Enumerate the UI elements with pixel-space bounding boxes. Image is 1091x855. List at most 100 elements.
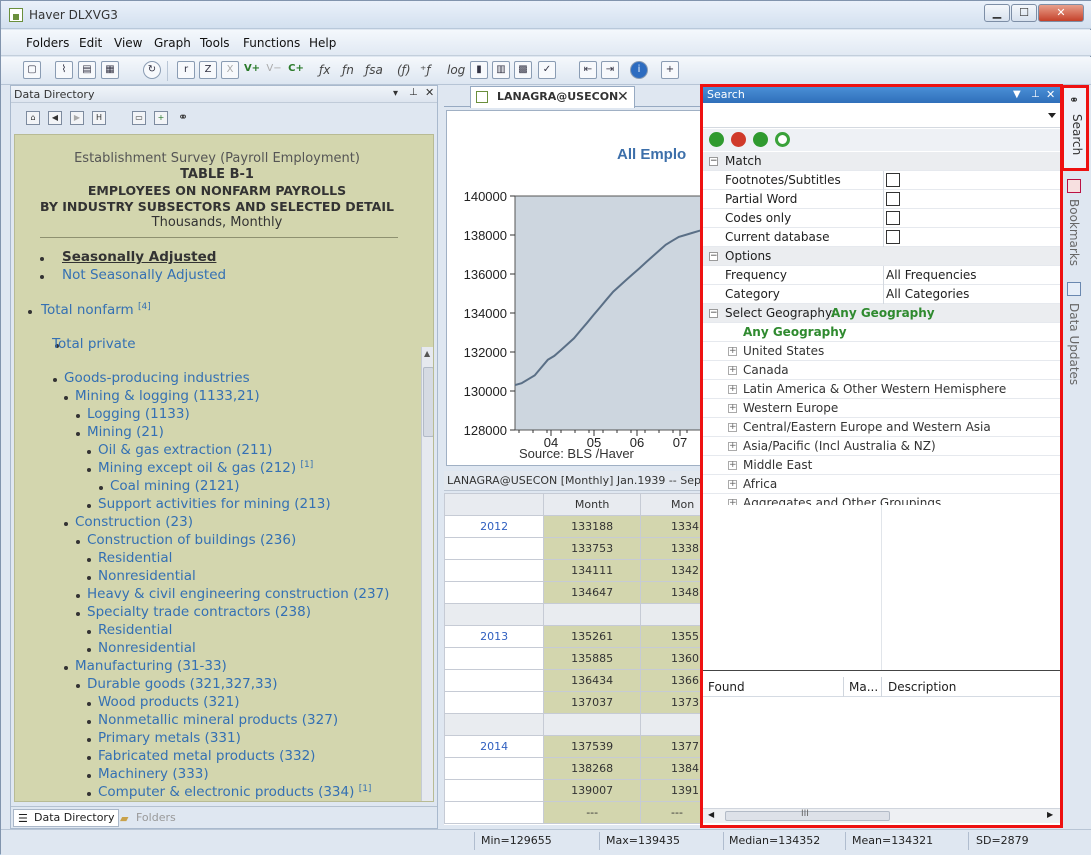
fn-icon[interactable]: ƒn [342, 63, 354, 77]
bar-chart-icon[interactable]: ▮ [470, 61, 488, 79]
seasonally-adjusted-link[interactable]: Seasonally Adjusted [62, 249, 216, 265]
v-plus-icon[interactable]: V+ [243, 61, 261, 79]
tree-item[interactable]: Nonmetallic mineral products (327) [98, 712, 338, 728]
tree-item[interactable]: Mining (21) [87, 424, 164, 440]
geo-any-row[interactable]: Any Geography [703, 323, 1060, 342]
partial-word-checkbox[interactable] [886, 192, 900, 206]
tree-item[interactable]: Total nonfarm [4] [41, 302, 151, 318]
column-found[interactable]: Found [708, 677, 745, 697]
forward-arrow-icon[interactable]: ▶ [70, 111, 84, 125]
scroll-right-icon[interactable]: ▶ [1047, 810, 1053, 819]
add-folder-icon[interactable]: + [661, 61, 679, 79]
bookmark-icon[interactable] [1067, 179, 1081, 193]
geography-group[interactable]: − Select Geography: Any Geography [703, 304, 1060, 323]
value-cell[interactable]: 135885 [543, 647, 642, 670]
tree-item[interactable]: Goods-producing industries [64, 370, 250, 386]
geo-region-row[interactable]: + United States [703, 342, 1060, 361]
panel-menu-icon[interactable]: ▾ [393, 88, 398, 99]
tree-item[interactable]: Residential [98, 622, 172, 638]
checklist-icon[interactable]: ✓ [538, 61, 556, 79]
refresh-icon[interactable] [775, 132, 790, 147]
collapse-icon[interactable]: − [709, 309, 718, 318]
search-input[interactable] [703, 104, 1060, 128]
tree-item[interactable]: Specialty trade contractors (238) [87, 604, 311, 620]
play-icon[interactable] [709, 132, 724, 147]
value-cell[interactable]: 133753 [543, 537, 642, 560]
geo-region-row[interactable]: + Middle East [703, 456, 1060, 475]
scroll-thumb[interactable] [423, 367, 433, 437]
geo-region-row[interactable]: + Asia/Pacific (Incl Australia & NZ) [703, 437, 1060, 456]
frequency-value[interactable]: All Frequencies [886, 266, 977, 285]
log-icon[interactable]: log [447, 63, 465, 77]
value-cell[interactable]: 1384 [640, 757, 701, 780]
tree-item[interactable]: Primary metals (331) [98, 730, 241, 746]
value-cell[interactable]: 134647 [543, 581, 642, 604]
value-cell[interactable]: 1342 [640, 559, 701, 582]
value-cell[interactable] [543, 603, 642, 626]
value-cell[interactable]: 1338 [640, 537, 701, 560]
tree-item[interactable]: Construction (23) [75, 514, 193, 530]
tree-item[interactable]: Construction of buildings (236) [87, 532, 296, 548]
side-tab-search[interactable]: ⚭ Search [1061, 85, 1089, 171]
tree-item[interactable]: Residential [98, 550, 172, 566]
results-scrollbar[interactable]: ◀ III ▶ [703, 808, 1060, 823]
footnotes-checkbox[interactable] [886, 173, 900, 187]
next-icon[interactable] [753, 132, 768, 147]
monitor-icon[interactable]: ▭ [132, 111, 146, 125]
tree-item[interactable]: Mining & logging (1133,21) [75, 388, 260, 404]
tree-item[interactable]: Coal mining (2121) [110, 478, 240, 494]
info-icon[interactable]: i [630, 61, 648, 79]
cancel-icon[interactable] [731, 132, 746, 147]
tree-item[interactable]: Nonresidential [98, 568, 196, 584]
tree-item[interactable]: Logging (1133) [87, 406, 190, 422]
column-chart-icon[interactable]: ▥ [492, 61, 510, 79]
value-cell[interactable]: 135261 [543, 625, 642, 648]
maximize-button[interactable]: ☐ [1011, 4, 1037, 22]
scroll-up-icon[interactable]: ▲ [424, 349, 430, 358]
not-seasonally-adjusted-link[interactable]: Not Seasonally Adjusted [62, 267, 226, 283]
value-cell[interactable]: 1366 [640, 669, 701, 692]
back-icon[interactable]: ⇤ [579, 61, 597, 79]
side-tab-data-updates[interactable]: Data Updates [1067, 303, 1081, 385]
chevron-down-icon[interactable] [1048, 113, 1056, 118]
r-icon[interactable]: r [177, 61, 195, 79]
value-cell[interactable]: 137539 [543, 735, 642, 758]
value-cell[interactable]: 133188 [543, 515, 642, 538]
tab-folders[interactable]: ▰ Folders [115, 809, 181, 827]
menu-folders[interactable]: Folders [26, 36, 69, 50]
binoculars-icon[interactable]: ⚭ [176, 111, 190, 125]
panel-close-icon[interactable]: ✕ [1046, 87, 1055, 103]
fsa-icon[interactable]: ƒsa [365, 63, 383, 77]
pin-icon[interactable]: ⊥ [1031, 87, 1040, 103]
minimize-button[interactable]: ▁ [984, 4, 1010, 22]
value-cell[interactable] [640, 603, 701, 626]
menu-view[interactable]: View [114, 36, 142, 50]
menu-tools[interactable]: Tools [200, 36, 230, 50]
tree-item[interactable]: Computer & electronic products (334) [1] [98, 784, 371, 800]
value-cell[interactable]: 1360 [640, 647, 701, 670]
tree-item[interactable]: Mining except oil & gas (212) [1] [98, 460, 313, 476]
z-icon[interactable]: Z [199, 61, 217, 79]
fx-icon[interactable]: ƒx [319, 63, 330, 77]
menu-help[interactable]: Help [309, 36, 336, 50]
value-cell[interactable]: 1373 [640, 691, 701, 714]
home-icon[interactable]: ⌂ [26, 111, 40, 125]
tab-data-directory[interactable]: ☰ Data Directory [13, 809, 120, 827]
value-cell[interactable]: 137037 [543, 691, 642, 714]
tree-item[interactable]: Manufacturing (31-33) [75, 658, 227, 674]
column-description[interactable]: Description [888, 677, 956, 697]
codes-only-checkbox[interactable] [886, 211, 900, 225]
value-cell[interactable]: 136434 [543, 669, 642, 692]
refresh-icon[interactable]: ↻ [143, 61, 161, 79]
value-cell[interactable]: --- [640, 801, 701, 824]
geo-region-row[interactable]: + Latin America & Other Western Hemispher… [703, 380, 1060, 399]
expand-icon[interactable]: + [728, 480, 737, 489]
category-value[interactable]: All Categories [886, 285, 969, 304]
geo-region-row[interactable]: + Western Europe [703, 399, 1060, 418]
value-cell[interactable]: 138268 [543, 757, 642, 780]
column-header[interactable]: Mon [640, 493, 701, 516]
column-header[interactable]: Month [543, 493, 642, 516]
tree-item[interactable]: Heavy & civil engineering construction (… [87, 586, 389, 602]
document-tab[interactable]: LANAGRA@USECON ✕ [470, 86, 635, 108]
tree-item[interactable]: Durable goods (321,327,33) [87, 676, 278, 692]
